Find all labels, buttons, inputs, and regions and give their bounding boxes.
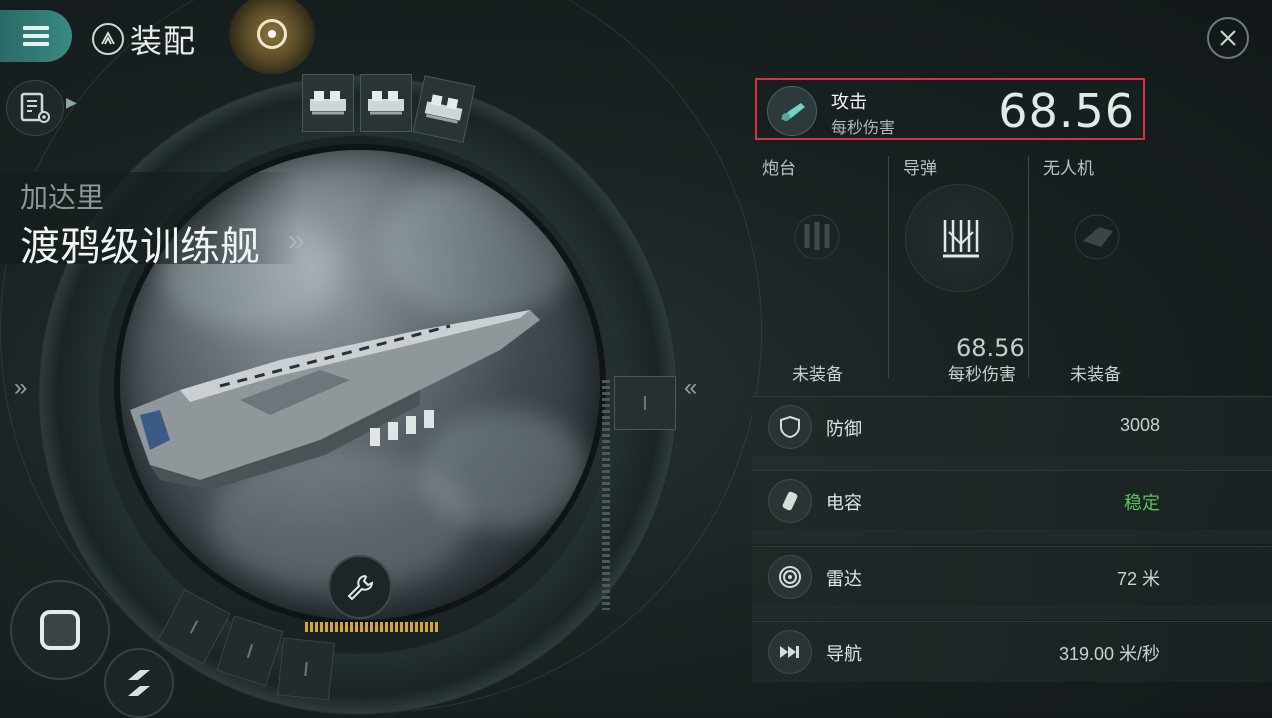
- high-slot-1[interactable]: [302, 74, 354, 132]
- stat-value: 319.00 米/秒: [1058, 644, 1160, 664]
- high-slot-2[interactable]: [360, 74, 412, 132]
- switch-ship-button[interactable]: [104, 648, 174, 718]
- missile-launcher-icon: [368, 91, 404, 115]
- ship-name[interactable]: 渡鸦级训练舰: [20, 214, 260, 272]
- attack-label: 攻击: [831, 92, 867, 112]
- clipboard-settings-icon: [20, 92, 50, 123]
- stat-row-navigation[interactable]: 导航 319.00 米/秒: [752, 621, 1272, 682]
- module-button[interactable]: [10, 580, 110, 680]
- wrench-icon: [347, 574, 374, 601]
- row-separator: [752, 456, 1272, 470]
- stat-label: 防御: [826, 419, 862, 439]
- missile-dps-value: 68.56: [956, 334, 1025, 362]
- drone-header: 无人机: [1043, 159, 1094, 178]
- collapse-right-arrow[interactable]: «: [684, 374, 697, 402]
- hamburger-icon: [23, 22, 49, 50]
- ship-fitting-icon: [92, 23, 124, 55]
- row-separator: [752, 530, 1272, 544]
- missile-launcher-icon: [310, 91, 346, 115]
- missile-header: 导弹: [903, 159, 937, 178]
- slot-indicator-bar: [602, 380, 610, 610]
- menu-button[interactable]: [0, 10, 72, 62]
- capacitor-icon: [768, 479, 812, 523]
- turret-icon[interactable]: [778, 198, 856, 276]
- column-divider: [1028, 156, 1029, 378]
- stat-value: 72 米: [1116, 569, 1160, 589]
- swap-icon: [128, 670, 150, 696]
- missile-launcher-icon: [424, 94, 463, 124]
- stat-label: 电容: [826, 493, 862, 513]
- capacitor-bar: [305, 622, 439, 632]
- missile-icon[interactable]: [905, 184, 1013, 292]
- low-slot-3[interactable]: [277, 637, 335, 701]
- radar-icon: [768, 555, 812, 599]
- attack-dps-value: 68.56: [998, 84, 1135, 138]
- ship-info-arrow[interactable]: »: [288, 224, 305, 258]
- module-icon: [40, 610, 80, 650]
- stat-value: 稳定: [1124, 493, 1160, 513]
- stat-label: 雷达: [826, 569, 862, 589]
- stat-row-radar[interactable]: 雷达 72 米: [752, 546, 1272, 607]
- column-divider: [888, 156, 889, 378]
- turret-header: 炮台: [762, 159, 796, 178]
- attack-sublabel: 每秒伤害: [831, 120, 896, 137]
- drone-icon[interactable]: [1058, 198, 1136, 276]
- missile-dps-label: 每秒伤害: [948, 365, 1016, 384]
- stat-row-capacitor[interactable]: 电容 稳定: [752, 470, 1272, 531]
- expand-left-arrow[interactable]: »: [14, 374, 27, 402]
- attack-summary[interactable]: 攻击 每秒伤害 68.56: [755, 78, 1145, 140]
- ship-faction: 加达里: [20, 182, 105, 213]
- shield-icon: [768, 405, 812, 449]
- fitting-notes-button[interactable]: [6, 80, 64, 136]
- stat-value: 3008: [1119, 415, 1160, 435]
- row-separator: [752, 606, 1272, 620]
- navigation-icon: [768, 630, 812, 674]
- drone-status: 未装备: [1070, 365, 1121, 384]
- repair-button[interactable]: [328, 555, 392, 619]
- close-icon: [1220, 30, 1236, 46]
- rig-slot[interactable]: [614, 376, 676, 430]
- stat-row-defense[interactable]: 防御 3008: [752, 396, 1272, 457]
- stat-label: 导航: [826, 644, 862, 664]
- close-button[interactable]: [1207, 17, 1249, 59]
- ship-model: [130, 310, 540, 490]
- attack-turret-icon: [767, 86, 817, 136]
- turret-status: 未装备: [792, 365, 843, 384]
